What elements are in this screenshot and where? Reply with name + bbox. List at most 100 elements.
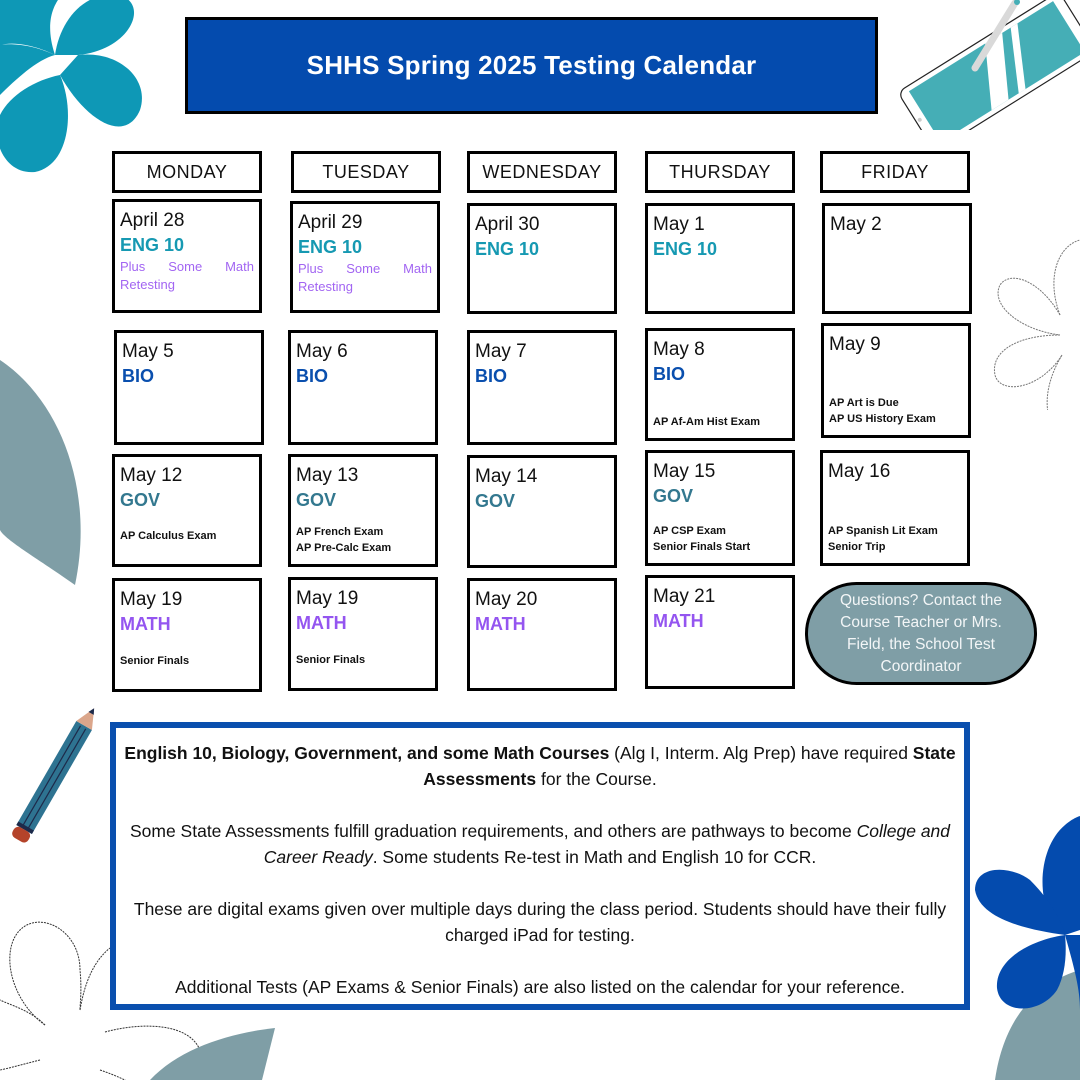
event-item: AP CSP Exam [653, 525, 726, 537]
calendar-cell: May 14 GOV [467, 455, 617, 568]
cell-date: May 21 [653, 586, 716, 607]
cell-date: May 16 [828, 461, 891, 482]
calendar-cell: May 2 [822, 203, 972, 314]
cell-subject: MATH [475, 614, 526, 634]
calendar-cell: May 8 BIO AP Af-Am Hist Exam [645, 328, 795, 441]
calendar-cell: May 6 BIO [288, 330, 438, 445]
calendar-cell: May 19 MATH Senior Finals [288, 577, 438, 691]
gray-leaf-bottom-decoration [150, 1028, 275, 1080]
event-item: AP Art is Due [829, 397, 899, 409]
cell-events: AP Af-Am Hist Exam [653, 414, 760, 430]
cell-subject: ENG 10 [298, 237, 363, 257]
cell-events: AP Calculus Exam [120, 528, 216, 544]
calendar-cell: April 30 ENG 10 [467, 203, 617, 314]
cell-events: Senior Finals [120, 653, 189, 669]
cell-date: April 28 [120, 210, 185, 231]
cell-subject: MATH [653, 611, 704, 631]
info-paragraph-1: English 10, Biology, Government, and som… [124, 740, 956, 792]
cell-date: May 19 [296, 588, 359, 609]
info-text: for the Course. [536, 769, 657, 789]
cell-date: May 15 [653, 461, 716, 482]
cell-events: AP Art is Due AP US History Exam [829, 395, 936, 427]
cell-date: April 29 [298, 212, 363, 233]
cell-events: AP CSP Exam Senior Finals Start [653, 523, 750, 555]
calendar-cell: May 1 ENG 10 [645, 203, 795, 314]
cell-date: May 13 [296, 465, 359, 486]
event-item: Senior Finals Start [653, 541, 751, 553]
day-header-monday: MONDAY [112, 151, 262, 193]
cell-subject: BIO [475, 366, 508, 386]
info-bold-courses: English 10, Biology, Government, and som… [124, 743, 610, 763]
event-item: AP US History Exam [829, 413, 936, 425]
event-item: AP Spanish Lit Exam [828, 525, 938, 537]
pencil-illustration [12, 708, 95, 843]
cell-date: May 12 [120, 465, 183, 486]
tablet-illustration [900, 0, 1080, 130]
cell-date: April 30 [475, 214, 540, 235]
info-paragraph-4: Additional Tests (AP Exams & Senior Fina… [175, 977, 905, 997]
cell-note: Plus Some Math Retesting [298, 261, 432, 294]
calendar-cell: May 13 GOV AP French Exam AP Pre-Calc Ex… [288, 454, 438, 567]
calendar-cell: May 20 MATH [467, 578, 617, 691]
cell-date: May 2 [830, 214, 882, 235]
calendar-cell: May 19 MATH Senior Finals [112, 578, 262, 692]
page-title-banner: SHHS Spring 2025 Testing Calendar [185, 17, 878, 114]
cell-subject: ENG 10 [475, 239, 540, 259]
cell-subject: BIO [296, 366, 329, 386]
cell-subject: GOV [296, 490, 337, 510]
cell-date: May 7 [475, 341, 527, 362]
cell-subject: GOV [475, 491, 516, 511]
cell-events: AP Spanish Lit Exam Senior Trip [828, 523, 938, 555]
cell-date: May 1 [653, 214, 705, 235]
calendar-cell: May 7 BIO [467, 330, 617, 445]
calendar-cell: May 16 AP Spanish Lit Exam Senior Trip [820, 450, 970, 566]
day-header-tuesday: TUESDAY [291, 151, 441, 193]
day-header-thursday: THURSDAY [645, 151, 795, 193]
event-item: Senior Trip [828, 541, 886, 553]
cell-subject: GOV [120, 490, 161, 510]
info-text: . Some students Re-test in Math and Engl… [372, 847, 817, 867]
event-item: AP Af-Am Hist Exam [653, 416, 760, 428]
info-paragraph-3: These are digital exams given over multi… [133, 899, 947, 945]
cell-date: May 9 [829, 334, 881, 355]
cell-subject: BIO [122, 366, 155, 386]
event-item: AP Pre-Calc Exam [296, 542, 392, 554]
calendar-cell: May 12 GOV AP Calculus Exam [112, 454, 262, 567]
event-item: Senior Finals [120, 655, 190, 667]
info-text: Some State Assessments fulfill graduatio… [129, 821, 857, 841]
cell-subject: BIO [653, 364, 686, 384]
event-item: AP French Exam [296, 526, 384, 538]
cell-events: Senior Finals [296, 652, 365, 668]
day-header-wednesday: WEDNESDAY [467, 151, 617, 193]
cell-subject: ENG 10 [120, 235, 185, 255]
page-title: SHHS Spring 2025 Testing Calendar [306, 50, 757, 80]
cell-note: Plus Some Math Retesting [120, 259, 254, 292]
event-item: Senior Finals [296, 654, 366, 666]
cell-subject: ENG 10 [653, 239, 718, 259]
cell-date: May 14 [475, 466, 538, 487]
cell-date: May 6 [296, 341, 348, 362]
cell-date: May 5 [122, 341, 174, 362]
cell-subject: GOV [653, 486, 694, 506]
cell-subject: MATH [296, 613, 347, 633]
cell-date: May 20 [475, 589, 538, 610]
info-text: (Alg I, Interm. Alg Prep) have required [609, 743, 913, 763]
contact-text: Questions? Contact the Course Teacher or… [840, 591, 1002, 675]
calendar-cell: April 29 ENG 10 Plus Some Math Retesting [290, 201, 440, 313]
cell-date: May 8 [653, 339, 705, 360]
outline-flower-decoration [994, 239, 1080, 410]
cell-events: AP French Exam AP Pre-Calc Exam [296, 524, 391, 556]
contact-info-badge: Questions? Contact the Course Teacher or… [805, 582, 1037, 685]
calendar-cell: May 5 BIO [114, 330, 264, 445]
info-paragraph-2: Some State Assessments fulfill graduatio… [124, 818, 956, 870]
calendar-cell: May 21 MATH [645, 575, 795, 689]
cell-date: May 19 [120, 589, 183, 610]
day-header-friday: FRIDAY [820, 151, 970, 193]
cell-subject: MATH [120, 614, 171, 634]
gray-leaf-decoration [0, 360, 81, 585]
calendar-cell: May 9 AP Art is Due AP US History Exam [821, 323, 971, 438]
info-box: English 10, Biology, Government, and som… [110, 722, 970, 1010]
calendar-cell: April 28 ENG 10 Plus Some Math Retesting [112, 199, 262, 313]
event-item: AP Calculus Exam [120, 530, 217, 542]
calendar-cell: May 15 GOV AP CSP Exam Senior Finals Sta… [645, 450, 795, 566]
